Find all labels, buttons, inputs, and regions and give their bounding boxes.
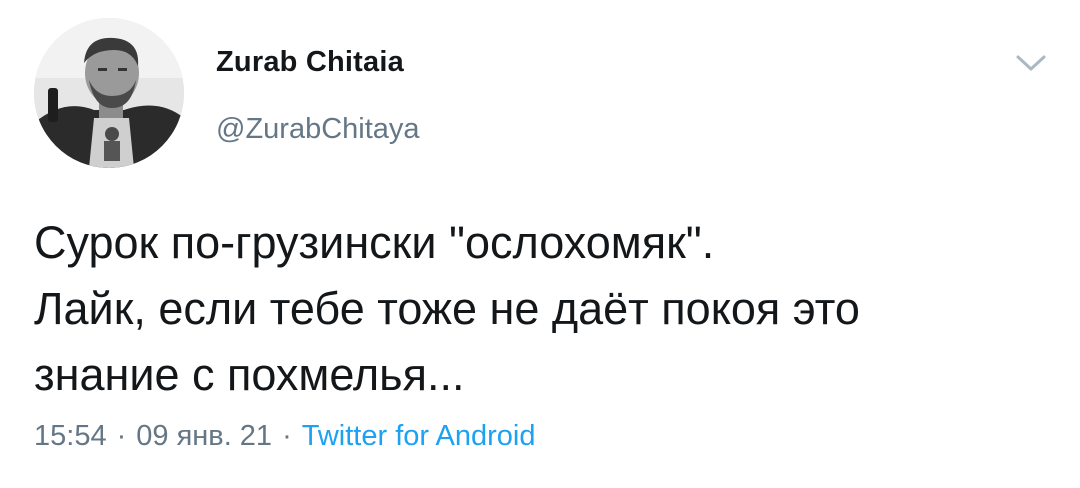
tweet-source-link[interactable]: Twitter for Android — [302, 420, 536, 452]
tweet-date[interactable]: 09 янв. 21 — [136, 420, 272, 452]
tweet-text-line: Сурок по-грузински "ослохомяк". — [34, 217, 715, 268]
tweet-text: Сурок по-грузински "ослохомяк". Лайк, ес… — [34, 210, 1044, 408]
tweet-menu-button[interactable] — [1014, 52, 1048, 74]
author-handle[interactable]: @ZurabChitaya — [216, 113, 420, 146]
tweet-text-line: Лайк, если тебе тоже не даёт покоя это — [34, 283, 860, 334]
separator: · — [282, 420, 292, 452]
tweet-card: Zurab Chitaia @ZurabChitaya Сурок по-гру… — [0, 0, 1080, 488]
author-display-name[interactable]: Zurab Chitaia — [216, 46, 404, 79]
profile-photo-icon — [34, 18, 184, 168]
tweet-metadata: 15:54 · 09 янв. 21 · Twitter for Android — [34, 420, 535, 453]
tweet-text-line: знание с похмелья... — [34, 349, 465, 400]
separator: · — [116, 420, 127, 452]
author-avatar[interactable] — [34, 18, 184, 168]
chevron-down-icon — [1016, 55, 1046, 71]
tweet-time[interactable]: 15:54 — [34, 420, 107, 452]
